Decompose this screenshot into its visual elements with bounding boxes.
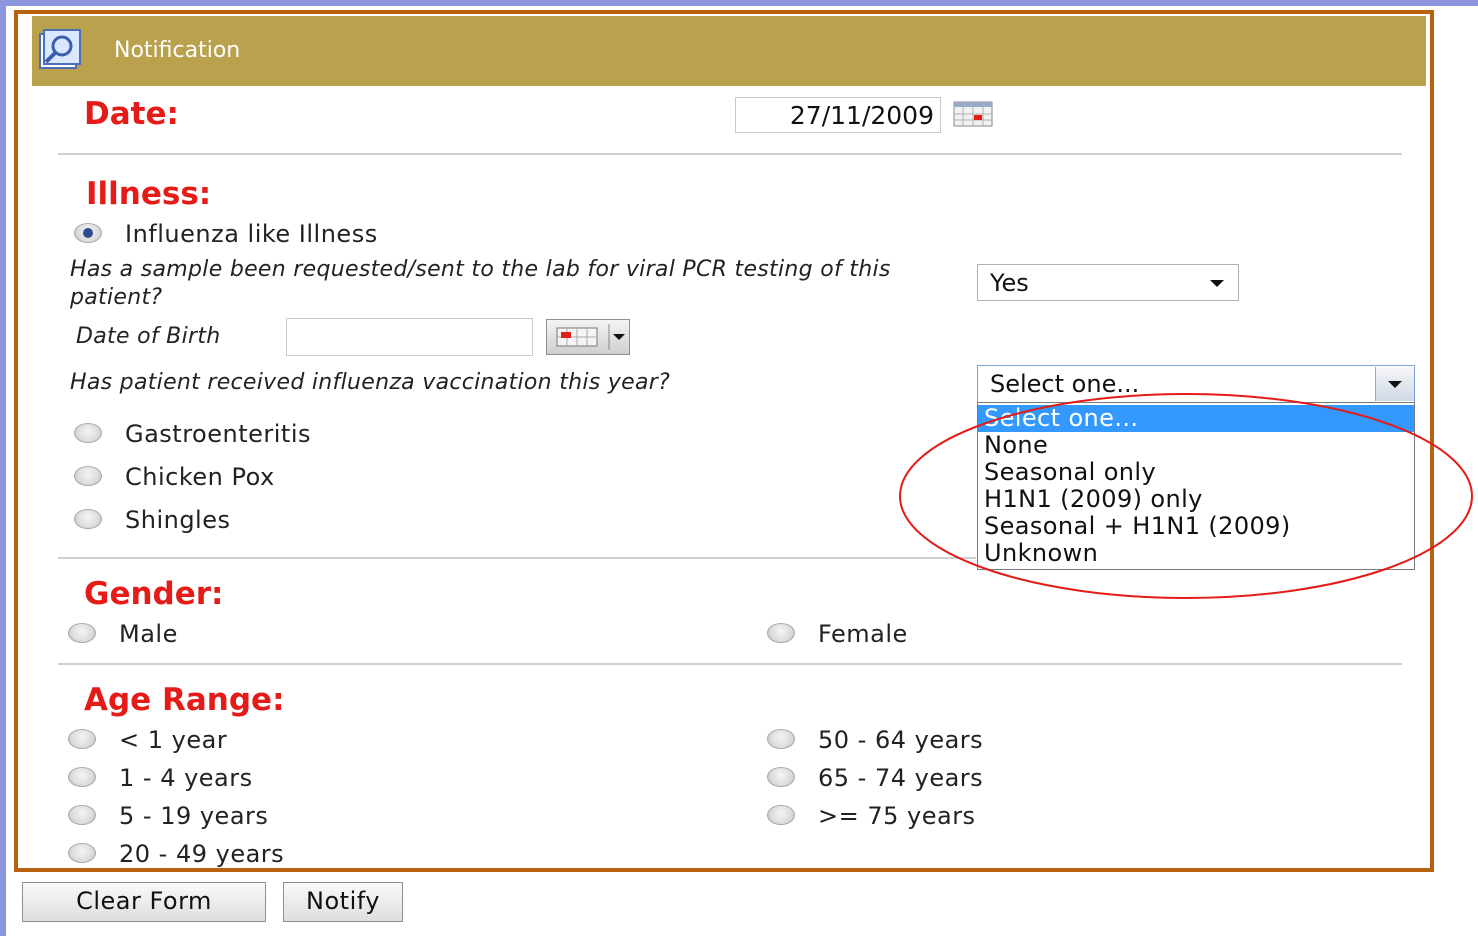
window-left-edge (0, 0, 6, 936)
male-label: Male (119, 620, 178, 648)
chevron-down-icon (1210, 280, 1224, 287)
age-option-label: 5 - 19 years (119, 802, 269, 830)
calendar-icon (556, 324, 625, 350)
age-radio[interactable] (68, 729, 96, 749)
vaccination-question: Has patient received influenza vaccinati… (70, 370, 671, 395)
pcr-question: Has a sample been requested/sent to the … (70, 257, 891, 310)
date-label: Date: (84, 96, 179, 132)
chicken-pox-radio[interactable] (74, 466, 102, 486)
age-range-label: Age Range: (84, 682, 285, 718)
age-radio[interactable] (68, 843, 96, 863)
panel-titlebar: Notification (32, 16, 1426, 86)
divider-gender (58, 663, 1402, 665)
influenza-radio[interactable] (74, 223, 102, 243)
age-option-label: 1 - 4 years (119, 764, 253, 792)
influenza-label: Influenza like Illness (125, 220, 378, 248)
notification-icon (36, 28, 86, 74)
dob-label: Date of Birth (76, 324, 221, 349)
window-top-edge (0, 0, 1478, 6)
pcr-select[interactable]: Yes (977, 264, 1239, 301)
annotation-ellipse (899, 393, 1473, 599)
calendar-icon[interactable] (953, 101, 993, 127)
pcr-select-value: Yes (990, 269, 1029, 297)
age-option-label: 20 - 49 years (119, 840, 285, 868)
dob-input[interactable] (286, 318, 533, 356)
age-option-label: >= 75 years (818, 802, 976, 830)
shingles-label: Shingles (125, 506, 231, 534)
shingles-radio[interactable] (74, 509, 102, 529)
dob-calendar-button[interactable] (546, 319, 630, 355)
gender-label: Gender: (84, 576, 224, 612)
divider-date (58, 153, 1402, 155)
age-radio[interactable] (68, 805, 96, 825)
divider-illness (58, 557, 976, 559)
gastroenteritis-radio[interactable] (74, 423, 102, 443)
age-radio[interactable] (767, 805, 795, 825)
age-option-label: 50 - 64 years (818, 726, 984, 754)
gastroenteritis-label: Gastroenteritis (125, 420, 312, 448)
clear-form-button[interactable]: Clear Form (22, 882, 266, 922)
age-radio[interactable] (68, 767, 96, 787)
age-radio[interactable] (767, 729, 795, 749)
date-input[interactable]: 27/11/2009 (735, 97, 941, 133)
age-option-label: < 1 year (119, 726, 228, 754)
age-option-label: 65 - 74 years (818, 764, 984, 792)
chicken-pox-label: Chicken Pox (125, 463, 275, 491)
panel-title: Notification (114, 38, 241, 63)
illness-label: Illness: (86, 176, 212, 212)
male-radio[interactable] (68, 623, 96, 643)
chevron-down-icon (1388, 381, 1402, 388)
notify-button[interactable]: Notify (283, 882, 403, 922)
female-label: Female (818, 620, 908, 648)
age-radio[interactable] (767, 767, 795, 787)
female-radio[interactable] (767, 623, 795, 643)
